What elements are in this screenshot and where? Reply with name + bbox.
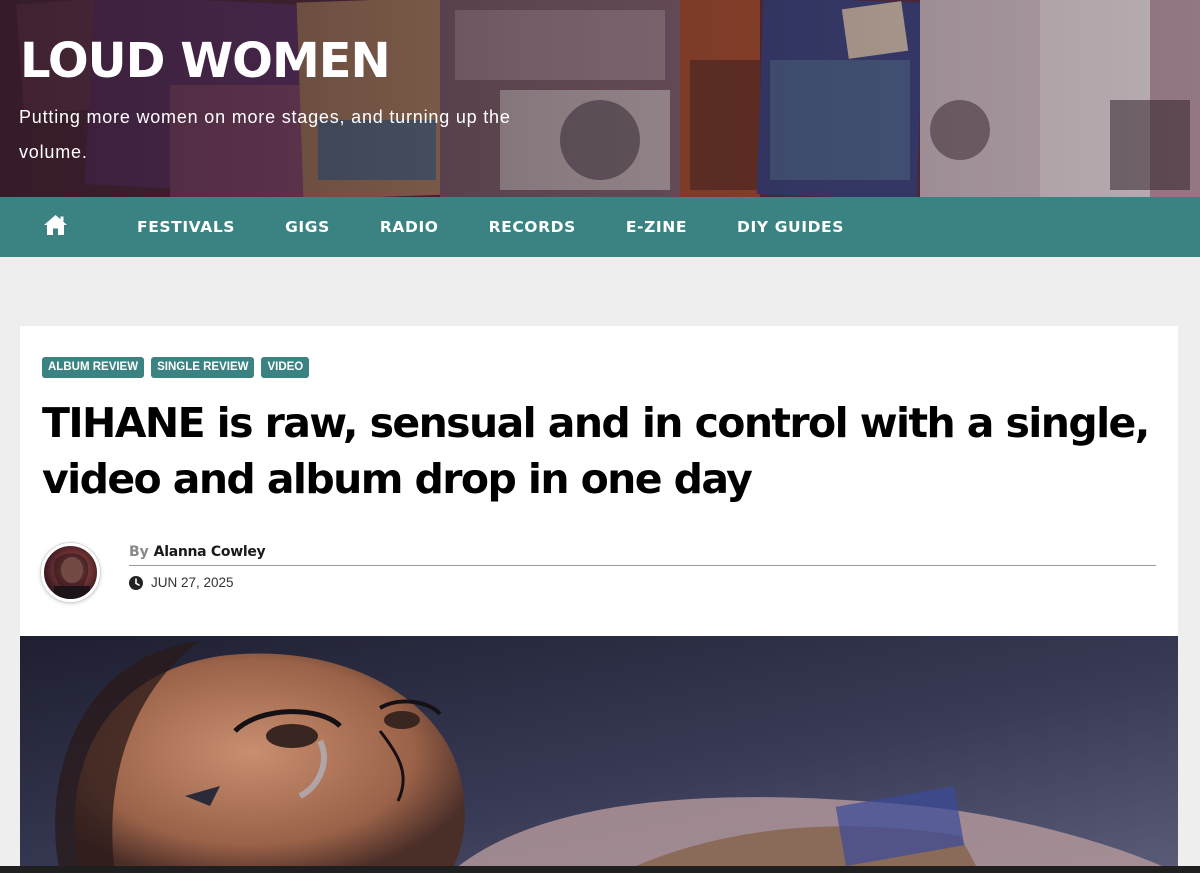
nav-home-link[interactable] — [0, 197, 112, 257]
main-nav: FESTIVALS GIGS RADIO RECORDS E-ZINE DIY … — [0, 197, 1200, 257]
tag-single-review[interactable]: SINGLE REVIEW — [151, 357, 255, 378]
bottom-scroll-edge — [0, 866, 1200, 873]
site-title[interactable]: LOUD WOMEN — [20, 30, 391, 92]
author-avatar[interactable] — [41, 543, 100, 602]
avatar-portrait — [53, 553, 90, 599]
nav-item-radio[interactable]: RADIO — [355, 197, 464, 257]
home-icon — [44, 215, 67, 235]
nav-item-festivals[interactable]: FESTIVALS — [112, 197, 260, 257]
tag-album-review[interactable]: ALBUM REVIEW — [42, 357, 145, 378]
nav-item-records[interactable]: RECORDS — [464, 197, 601, 257]
nav-item-gigs[interactable]: GIGS — [260, 197, 355, 257]
tag-video[interactable]: VIDEO — [261, 357, 310, 378]
category-tags: ALBUM REVIEW SINGLE REVIEW VIDEO — [42, 357, 310, 378]
post-date: JUN 27, 2025 — [129, 575, 234, 590]
nav-item-diy-guides[interactable]: DIY GUIDES — [712, 197, 869, 257]
site-tagline: Putting more women on more stages, and t… — [19, 107, 511, 162]
nav-item-e-zine[interactable]: E-ZINE — [601, 197, 712, 257]
featured-image[interactable] — [20, 636, 1178, 873]
author-link[interactable]: Alanna Cowley — [154, 544, 266, 560]
site-header: LOUD WOMEN Putting more women on more st… — [0, 0, 1200, 197]
article-headline: TIHANE is raw, sensual and in control wi… — [42, 399, 1150, 503]
article-card: ALBUM REVIEW SINGLE REVIEW VIDEO TIHANE … — [20, 326, 1178, 873]
byline-prefix: By — [129, 544, 154, 560]
post-date-text[interactable]: JUN 27, 2025 — [151, 575, 234, 590]
clock-icon — [129, 575, 143, 590]
featured-image-artwork — [20, 636, 1178, 873]
author-byline: By Alanna Cowley — [129, 544, 1156, 566]
